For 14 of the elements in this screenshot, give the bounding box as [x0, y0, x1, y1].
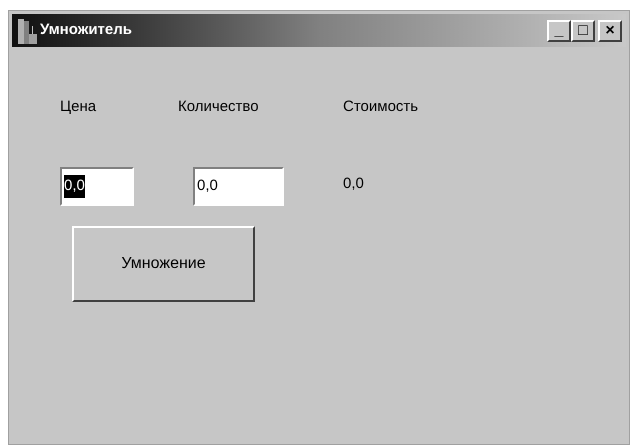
column-label: Стоимость [343, 98, 418, 115]
number-field[interactable]: 0,0 [193, 167, 284, 206]
close-button[interactable]: × [598, 20, 622, 42]
number-field[interactable]: 0,0 [60, 167, 134, 206]
column-label: Количество [178, 98, 259, 115]
multiply-button[interactable]: Умножение [72, 226, 255, 302]
building-icon [16, 18, 38, 44]
column-label: Цена [60, 98, 96, 115]
window-title: Умножитель [40, 20, 133, 40]
minimize-button[interactable]: _ [547, 20, 571, 42]
field-value: 0,0 [197, 176, 218, 196]
field-value: 0,0 [64, 175, 85, 198]
result-value: 0,0 [343, 174, 364, 194]
maximize-button[interactable]: □ [571, 20, 595, 42]
